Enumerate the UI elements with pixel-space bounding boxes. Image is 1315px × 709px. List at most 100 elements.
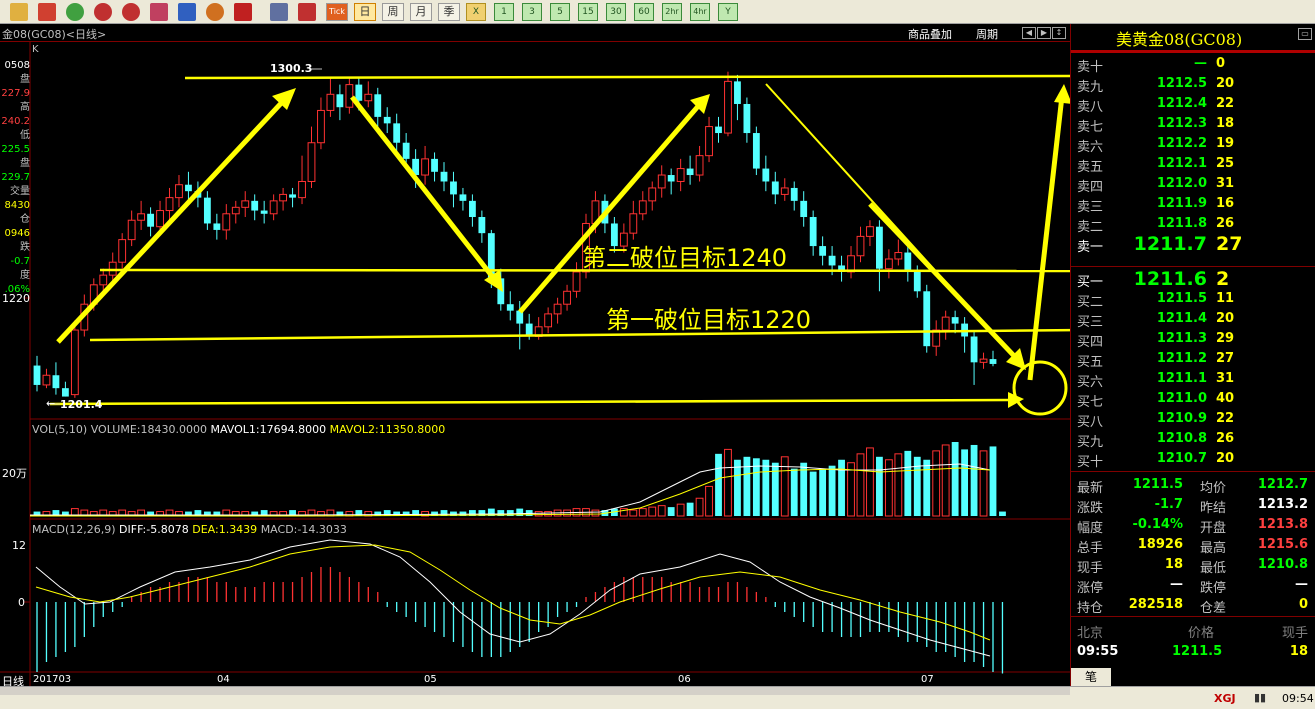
stat-row: 最新 1211.5 均价 1212.7 bbox=[1076, 475, 1311, 496]
stat-v2: 1210.8 bbox=[1257, 557, 1308, 572]
kline-chart[interactable] bbox=[0, 42, 1070, 686]
orderbook-label: 卖九 bbox=[1077, 80, 1104, 95]
orderbook-label: 卖三 bbox=[1077, 200, 1104, 215]
orderbook-qty: 29 bbox=[1216, 331, 1235, 346]
window-icon[interactable] bbox=[150, 3, 168, 21]
quote-panel: 美黄金08(GC08) ▭ 卖十 —0 卖九 1212.5 20 卖八 1212.4 22 卖七… bbox=[1070, 24, 1315, 686]
tick-button[interactable]: Tick bbox=[326, 3, 348, 21]
close-x-button[interactable]: X bbox=[466, 3, 486, 21]
scroll-right-icon[interactable]: ▶ bbox=[1037, 27, 1051, 39]
volume-bar bbox=[667, 507, 675, 516]
candle-body bbox=[695, 155, 704, 176]
orderbook-row: 买七 1211.0 40 bbox=[1076, 389, 1311, 410]
stat-l1: 涨跌 bbox=[1077, 501, 1104, 516]
candle-body bbox=[108, 261, 117, 276]
scroll-left-icon[interactable]: ◀ bbox=[1022, 27, 1036, 39]
period-daily-button[interactable]: 日 bbox=[354, 3, 376, 21]
orderbook-label: 买七 bbox=[1077, 395, 1104, 410]
news-icon[interactable] bbox=[38, 3, 56, 21]
orderbook-qty: 20 bbox=[1216, 311, 1235, 326]
candle-body bbox=[326, 93, 335, 111]
orderbook-price: 1211.9 bbox=[1156, 196, 1207, 211]
minute-15-button[interactable]: 15 bbox=[578, 3, 598, 21]
left-info-item: 8430 bbox=[4, 200, 30, 211]
minute-5-button[interactable]: 5 bbox=[550, 3, 570, 21]
signal-icon: ▮▮ bbox=[1254, 691, 1267, 704]
stat-l1: 最新 bbox=[1077, 481, 1104, 496]
period-weekly-button[interactable]: 周 bbox=[382, 3, 404, 21]
expand-icon[interactable]: ↕ bbox=[1052, 27, 1066, 39]
left-info-item: 交量 bbox=[10, 186, 30, 197]
orderbook-label: 买五 bbox=[1077, 355, 1104, 370]
volume-bar bbox=[951, 442, 959, 516]
volume-bar bbox=[762, 459, 770, 516]
orderbook-qty: 22 bbox=[1216, 96, 1235, 111]
horizontal-scrollbar[interactable] bbox=[0, 687, 1070, 695]
volume-bar bbox=[941, 444, 950, 517]
left-info-item: 225.5 bbox=[1, 144, 30, 155]
candle-body bbox=[355, 84, 363, 101]
candle-body bbox=[364, 93, 373, 102]
tick-tab[interactable]: 笔 bbox=[1071, 668, 1111, 686]
quote-title: 美黄金08(GC08) bbox=[1116, 30, 1243, 49]
volume-bar bbox=[932, 450, 941, 517]
toolbar: Tick 日 周 月 季 X 1 3 5 15 30 60 2hr 4hr Y bbox=[0, 0, 1315, 24]
candle-body bbox=[894, 252, 903, 260]
orderbook-row: 买十 1210.7 20 bbox=[1076, 449, 1311, 470]
minute-30-button[interactable]: 30 bbox=[606, 3, 626, 21]
stat-v1: 1211.5 bbox=[1132, 477, 1183, 492]
candle-body bbox=[222, 213, 231, 231]
candle-body bbox=[771, 181, 779, 195]
overlay-commodity-link[interactable]: 商品叠加 bbox=[908, 26, 952, 42]
close-panel-icon[interactable]: ▭ bbox=[1298, 28, 1312, 40]
stat-l1: 总手 bbox=[1077, 541, 1104, 556]
macd-legend: MACD(12,26,9) DIFF:-5.8078 DEA:1.3439 MA… bbox=[32, 523, 347, 536]
candle-body bbox=[553, 303, 562, 315]
orderbook-label: 买二 bbox=[1077, 295, 1104, 310]
table-icon[interactable] bbox=[270, 3, 288, 21]
orderbook-label: 卖七 bbox=[1077, 120, 1104, 135]
period-link[interactable]: 周期 bbox=[976, 26, 998, 42]
period-monthly-button[interactable]: 月 bbox=[410, 3, 432, 21]
minute-1-button[interactable]: 1 bbox=[494, 3, 514, 21]
folder-icon[interactable] bbox=[10, 3, 28, 21]
orderbook-qty: 22 bbox=[1216, 411, 1235, 426]
stat-v2: 1212.7 bbox=[1257, 477, 1308, 492]
refresh-icon[interactable] bbox=[66, 3, 84, 21]
tick-header-place: 北京 bbox=[1077, 626, 1104, 641]
chart-icon[interactable] bbox=[298, 3, 316, 21]
zoom-out-icon[interactable] bbox=[122, 3, 140, 21]
period-quarterly-button[interactable]: 季 bbox=[438, 3, 460, 21]
hour-4-button[interactable]: 4hr bbox=[690, 3, 710, 21]
tick-header-price: 价格 bbox=[1188, 626, 1215, 641]
macd-prefix: MACD(12,26,9) bbox=[32, 523, 116, 536]
minute-60-button[interactable]: 60 bbox=[634, 3, 654, 21]
volume-bar bbox=[780, 456, 789, 517]
year-button[interactable]: Y bbox=[718, 3, 738, 21]
left-info-item: 229.7 bbox=[1, 172, 30, 183]
hour-2-button[interactable]: 2hr bbox=[662, 3, 682, 21]
stat-v1: 18926 bbox=[1137, 537, 1183, 552]
minute-3-button[interactable]: 3 bbox=[522, 3, 542, 21]
orderbook-label: 买三 bbox=[1077, 315, 1104, 330]
candle-body bbox=[336, 94, 344, 108]
stat-v2: 1215.6 bbox=[1257, 537, 1308, 552]
volume-bar bbox=[544, 511, 553, 517]
zoom-in-icon[interactable] bbox=[94, 3, 112, 21]
macd-dea-value: DEA:1.3439 bbox=[192, 523, 258, 536]
orderbook-row: 买六 1211.1 31 bbox=[1076, 369, 1311, 390]
orderbook-qty: 31 bbox=[1216, 371, 1235, 386]
macd-axis-12: 12 bbox=[12, 539, 26, 552]
left-info-item: 跌 bbox=[20, 242, 30, 253]
target1-line bbox=[89, 328, 1070, 342]
candle-body bbox=[563, 290, 571, 305]
candle-body bbox=[790, 187, 798, 201]
palette-icon[interactable] bbox=[206, 3, 224, 21]
candle-body bbox=[127, 219, 136, 241]
tick-header: 北京 价格 现手 bbox=[1076, 620, 1311, 641]
filter-icon[interactable] bbox=[234, 3, 252, 21]
candle-body bbox=[298, 180, 306, 199]
orderbook-qty: 0 bbox=[1216, 56, 1226, 71]
draw-line-icon[interactable] bbox=[178, 3, 196, 21]
candle-body bbox=[213, 223, 221, 230]
